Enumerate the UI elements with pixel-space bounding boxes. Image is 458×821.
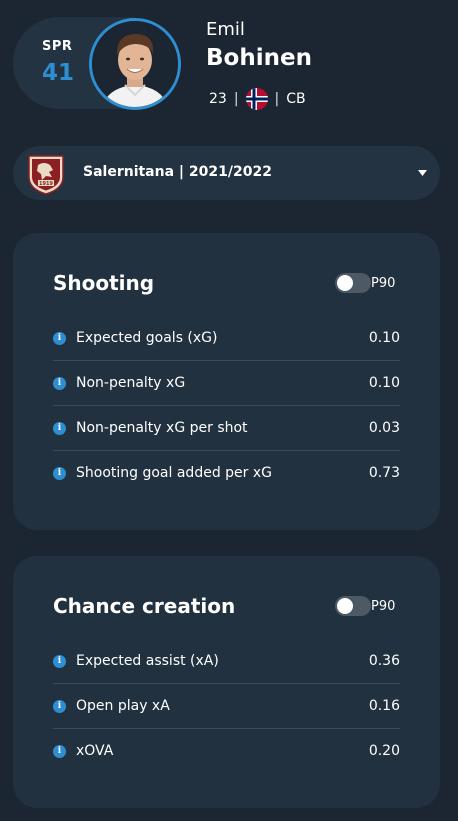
norway-flag-icon (245, 88, 268, 110)
card-title: Shooting (53, 271, 155, 295)
info-icon[interactable]: i (53, 376, 66, 390)
stat-list: i Expected goals (xG) 0.10 i Non-penalty… (53, 316, 400, 495)
meta-separator: | (274, 91, 280, 107)
stat-label: Expected assist (xA) (76, 653, 219, 669)
toggle-knob (337, 598, 353, 614)
stat-label: Non-penalty xG (76, 375, 186, 391)
stat-row: i Expected assist (xA) 0.36 (53, 639, 400, 683)
info-icon[interactable]: i (53, 699, 66, 713)
stat-label: Expected goals (xG) (76, 330, 218, 346)
team-season-label: Salernitana | 2021/2022 (83, 164, 272, 180)
p90-toggle[interactable] (335, 273, 371, 293)
chance-creation-card: Chance creation P90 i Expected assist (x… (13, 556, 440, 808)
stat-value: 0.73 (368, 465, 400, 481)
player-age: 23 (209, 91, 227, 107)
stat-row: i Shooting goal added per xG 0.73 (53, 450, 400, 495)
p90-label: P90 (371, 599, 396, 614)
stat-row: i Open play xA 0.16 (53, 683, 400, 728)
p90-label: P90 (371, 276, 396, 291)
team-season-dropdown[interactable]: 1919 Salernitana | 2021/2022 (13, 146, 440, 200)
stat-label: Non-penalty xG per shot (76, 420, 248, 436)
player-last-name: Bohinen (206, 45, 312, 71)
toggle-knob (337, 275, 353, 291)
stat-row: i Non-penalty xG per shot 0.03 (53, 405, 400, 450)
stat-value: 0.10 (368, 330, 400, 346)
shooting-card: Shooting P90 i Expected goals (xG) 0.10 … (13, 233, 440, 530)
stat-label: xOVA (76, 743, 114, 759)
spr-value: 41 (42, 60, 75, 86)
player-profile-page: SPR 41 Emil Bohinen 23 | | CB 1919 Saler… (0, 0, 458, 821)
player-position: CB (286, 91, 306, 107)
p90-toggle[interactable] (335, 596, 371, 616)
info-icon[interactable]: i (53, 331, 66, 345)
stat-value: 0.10 (368, 375, 400, 391)
stat-list: i Expected assist (xA) 0.36 i Open play … (53, 639, 400, 773)
stat-value: 0.20 (368, 743, 400, 759)
salernitana-crest-icon: 1919 (28, 155, 64, 195)
stat-value: 0.03 (368, 420, 400, 436)
spr-label: SPR (42, 39, 73, 54)
info-icon[interactable]: i (53, 466, 66, 480)
meta-separator: | (233, 91, 239, 107)
player-first-name: Emil (206, 19, 245, 40)
stat-label: Open play xA (76, 698, 170, 714)
player-avatar (89, 18, 181, 110)
stat-row: i Non-penalty xG 0.10 (53, 360, 400, 405)
info-icon[interactable]: i (53, 744, 66, 758)
stat-value: 0.36 (368, 653, 400, 669)
chevron-down-icon (418, 170, 427, 176)
info-icon[interactable]: i (53, 654, 66, 668)
svg-text:1919: 1919 (39, 181, 53, 187)
stat-label: Shooting goal added per xG (76, 465, 272, 481)
player-meta: 23 | | CB (209, 88, 306, 110)
card-title: Chance creation (53, 594, 236, 618)
stat-value: 0.16 (368, 698, 400, 714)
info-icon[interactable]: i (53, 421, 66, 435)
stat-row: i xOVA 0.20 (53, 728, 400, 773)
stat-row: i Expected goals (xG) 0.10 (53, 316, 400, 360)
player-photo (92, 21, 178, 107)
